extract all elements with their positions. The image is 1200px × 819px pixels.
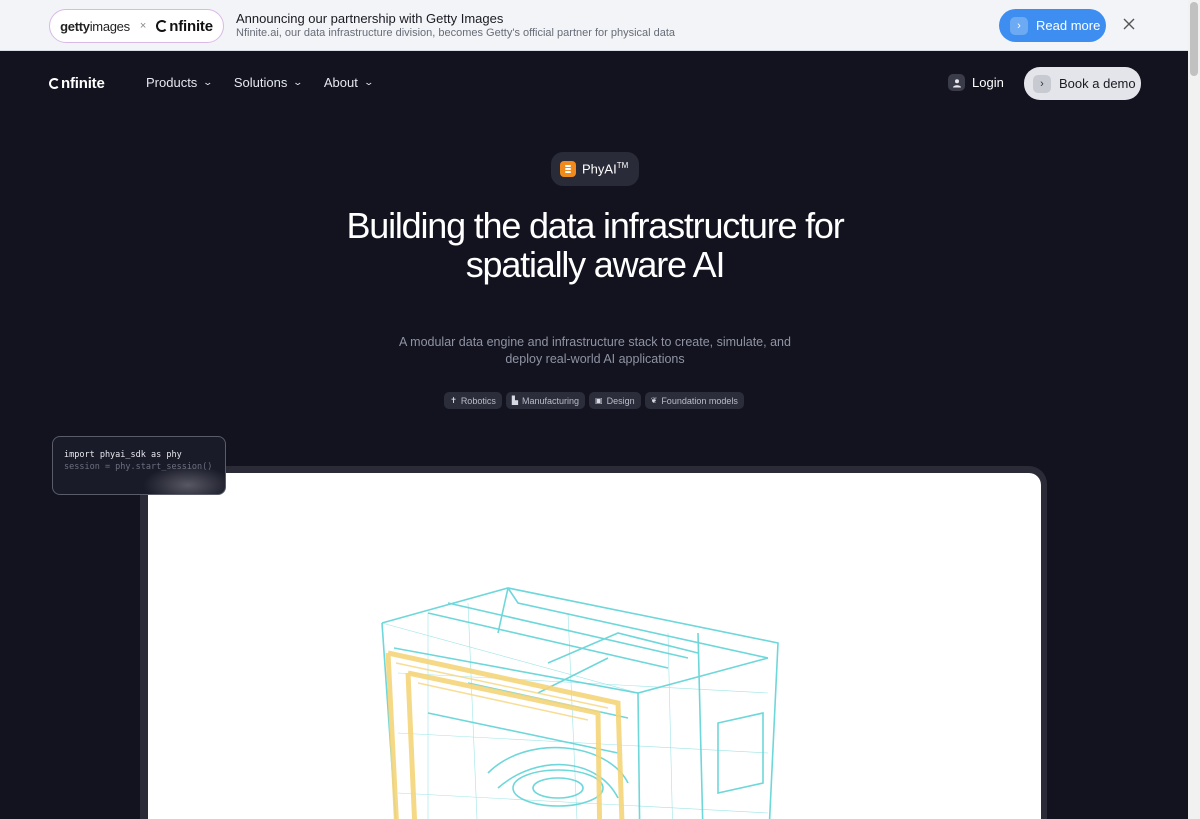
close-icon[interactable] [1120,16,1138,34]
announcement-bar: gettyimages × nfinite Announcing our par… [0,0,1188,51]
nav-item-products[interactable]: Products ⌄ [146,75,214,90]
industry-tags: ✝ Robotics ▙ Manufacturing ▣ Design ❦ Founda… [0,392,1188,409]
nfinite-ring-icon [49,78,60,89]
tag-design[interactable]: ▣ Design [589,392,641,409]
tag-foundation-models[interactable]: ❦ Foundation models [644,392,744,409]
wireframe-viewer [148,473,1041,819]
microwave-wireframe-image [381,587,779,819]
tag-manufacturing[interactable]: ▙ Manufacturing [505,392,586,409]
phyai-icon [560,161,576,177]
badge-label: PhyAITM [582,161,629,177]
partner-logos[interactable]: gettyimages × nfinite [49,9,224,43]
login-link[interactable]: Login [948,74,1004,91]
announcement-subline: Nfinite.ai, our data infrastructure divi… [236,27,676,39]
scrollbar-thumb[interactable] [1190,2,1198,76]
robot-icon: ✝ [450,396,457,405]
code-line-1: import phyai_sdk as phy [64,450,182,460]
main-nav: nfinite Products ⌄ Solutions ⌄ About ⌄ Logi… [0,52,1188,114]
sofa-icon: ▣ [595,396,603,405]
hero-title: Building the data infrastructure for spa… [346,205,844,285]
read-more-label: Read more [1036,18,1101,33]
nav-item-solutions[interactable]: Solutions ⌄ [234,75,304,90]
chevron-down-icon: ⌄ [202,77,214,87]
chevron-down-icon: ⌄ [363,77,374,87]
times-separator: × [139,20,147,32]
announcement-text: Announcing our partnership with Getty Im… [236,11,675,39]
chevron-down-icon: ⌄ [292,77,304,87]
tag-robotics[interactable]: ✝ Robotics [444,392,502,409]
nfinite-logo: nfinite [156,18,213,35]
user-icon [948,74,965,91]
getty-images-logo: gettyimages [60,18,130,34]
nav-item-about[interactable]: About ⌄ [324,75,374,90]
factory-icon: ▙ [511,396,518,405]
book-demo-button[interactable]: › Book a demo [1024,67,1141,100]
hero-subtitle: A modular data engine and infrastructure… [399,335,791,366]
announcement-headline: Announcing our partnership with Getty Im… [236,11,504,26]
brand-logo[interactable]: nfinite [49,75,105,92]
chevron-right-icon: › [1033,74,1051,93]
chevron-right-icon: › [1010,16,1028,35]
code-fade-overlay [143,465,225,494]
code-snippet-card: import phyai_sdk as phy session = phy.st… [52,436,226,495]
read-more-button[interactable]: › Read more [999,9,1106,42]
phyai-badge[interactable]: PhyAITM [551,152,639,186]
nfinite-ring-icon [156,20,169,32]
nav-menu: Products ⌄ Solutions ⌄ About ⌄ [146,75,374,90]
page-scrollbar[interactable] [1188,0,1200,819]
brain-icon: ❦ [650,396,658,405]
